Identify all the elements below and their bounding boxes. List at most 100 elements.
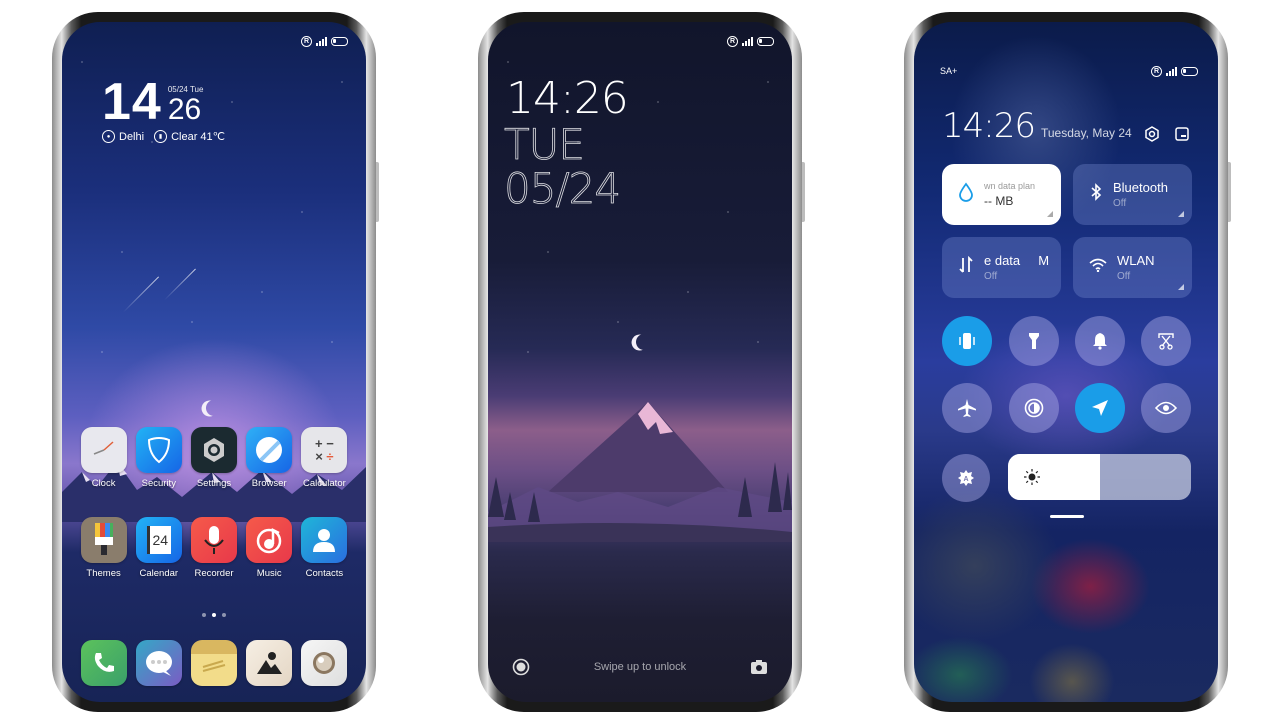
cc-time-header: 14:26 Tuesday, May 24 xyxy=(942,106,1132,146)
calendar-icon: 24 xyxy=(135,517,182,563)
app-label: Calendar xyxy=(139,568,179,579)
clock-hour: 14 xyxy=(102,73,162,131)
toggle-flashlight[interactable] xyxy=(1009,316,1059,366)
carrier-label: SA+ xyxy=(940,66,958,76)
app-label: Contacts xyxy=(305,568,344,579)
control-shortcut-icon[interactable] xyxy=(512,658,530,676)
toggle-screenshot[interactable] xyxy=(1141,316,1191,366)
dock-phone[interactable] xyxy=(76,640,131,686)
page-indicator[interactable] xyxy=(62,613,366,617)
tile-wlan[interactable]: WLAN Off xyxy=(1073,237,1192,298)
calculator-icon: + − × ÷ xyxy=(301,427,348,473)
dock xyxy=(76,640,352,686)
dark-mode-icon xyxy=(1024,398,1044,418)
settings-icon[interactable] xyxy=(1144,126,1160,142)
bell-icon xyxy=(1093,333,1107,350)
app-settings[interactable]: Settings xyxy=(186,427,241,489)
calendar-day: 24 xyxy=(146,526,171,554)
camera-shortcut-icon[interactable] xyxy=(750,658,768,676)
wifi-icon xyxy=(1089,258,1107,277)
location-icon xyxy=(1092,400,1108,416)
status-bar: R xyxy=(301,36,348,47)
app-browser[interactable]: Browser xyxy=(242,427,297,489)
brightness-fill xyxy=(1008,454,1100,500)
toggle-dark-mode[interactable] xyxy=(1009,383,1059,433)
toggle-airplane[interactable] xyxy=(942,383,992,433)
status-bar: R xyxy=(727,36,774,47)
toggle-silent[interactable] xyxy=(1075,316,1125,366)
control-center: SA+ R 14:26 Tuesday, May 24 wn data plan… xyxy=(914,22,1218,702)
tile-data-plan[interactable]: wn data plan -- MB xyxy=(942,164,1061,225)
signal-icon xyxy=(316,37,327,46)
gear-icon xyxy=(190,427,237,473)
cc-clock: 14:26 xyxy=(942,106,1036,146)
mountain-landscape xyxy=(488,402,792,542)
app-themes[interactable]: Themes xyxy=(76,517,131,579)
clock-icon xyxy=(80,427,127,473)
expand-corner-icon xyxy=(1178,211,1184,217)
page-dot-active[interactable] xyxy=(212,613,216,617)
lock-screen[interactable]: R 14:26 TUE 05/24 Swipe up to unlock xyxy=(488,22,792,702)
tile-sub: Off xyxy=(1117,271,1131,282)
dock-notes[interactable] xyxy=(186,640,241,686)
clock-minute: 26 xyxy=(167,93,202,126)
tile-bluetooth[interactable]: Bluetooth Off xyxy=(1073,164,1192,225)
app-clock[interactable]: Clock xyxy=(76,427,131,489)
app-contacts[interactable]: Contacts xyxy=(297,517,352,579)
clock-date: 05/24 Tue xyxy=(167,85,204,94)
thermometer-icon: ▮ xyxy=(154,130,168,143)
app-calculator[interactable]: + − × ÷ Calculator xyxy=(297,427,352,489)
sun-icon xyxy=(1024,469,1040,490)
lock-day: TUE xyxy=(504,120,586,169)
messages-icon xyxy=(135,640,182,686)
signal-icon xyxy=(1166,67,1177,76)
drag-handle[interactable] xyxy=(1050,515,1084,518)
page-dot[interactable] xyxy=(202,613,206,617)
cc-date: Tuesday, May 24 xyxy=(1040,126,1132,140)
tile-sub: Off xyxy=(1113,198,1127,209)
app-label: Browser xyxy=(251,478,287,489)
dock-messages[interactable] xyxy=(131,640,186,686)
brightness-slider[interactable] xyxy=(1008,454,1191,500)
toggle-vibrate[interactable] xyxy=(942,316,992,366)
toggle-location[interactable] xyxy=(1075,383,1125,433)
page-dot[interactable] xyxy=(222,613,226,617)
screenshot-icon xyxy=(1158,333,1174,350)
app-label: Clock xyxy=(91,478,116,489)
lock-bottom-bar: Swipe up to unlock xyxy=(488,658,792,676)
eye-icon xyxy=(1155,401,1177,415)
app-label: Themes xyxy=(86,568,121,579)
dock-gallery[interactable] xyxy=(242,640,297,686)
water-drop-icon xyxy=(958,182,974,207)
airplane-icon xyxy=(958,399,976,417)
toggle-auto-brightness[interactable]: A xyxy=(942,454,990,502)
browser-icon xyxy=(246,427,293,473)
app-grid-row-1: Clock Security Settings Browser + − × ÷ … xyxy=(76,427,352,489)
tile-sub: -- MB xyxy=(984,194,1014,208)
edit-tiles-icon[interactable] xyxy=(1174,126,1190,142)
toggle-reading-mode[interactable] xyxy=(1141,383,1191,433)
paintbrush-icon xyxy=(80,517,127,563)
dock-camera[interactable] xyxy=(297,640,352,686)
tile-sub: Off xyxy=(984,271,998,282)
tile-name: e data M xyxy=(984,253,1050,268)
tile-mobile-data[interactable]: e data M Off xyxy=(942,237,1061,298)
registered-icon: R xyxy=(1151,66,1162,77)
registered-icon: R xyxy=(727,36,738,47)
shield-icon xyxy=(135,427,182,473)
home-screen: R 14 05/24 Tue 26 ● Delhi ▮ Clear 41℃ Cl… xyxy=(62,22,366,702)
app-calendar[interactable]: 24 Calendar xyxy=(131,517,186,579)
app-label: Recorder xyxy=(194,568,234,579)
unlock-hint: Swipe up to unlock xyxy=(593,661,687,673)
registered-icon: R xyxy=(301,36,312,47)
tile-name: Bluetooth xyxy=(1113,180,1168,195)
microphone-icon xyxy=(190,517,237,563)
tile-name: WLAN xyxy=(1117,253,1155,268)
app-recorder[interactable]: Recorder xyxy=(186,517,241,579)
app-music[interactable]: Music xyxy=(242,517,297,579)
tile-name: wn data plan xyxy=(984,181,1036,191)
camera-icon xyxy=(301,640,348,686)
flashlight-icon xyxy=(1029,333,1039,349)
clock-weather-widget[interactable]: 14 05/24 Tue 26 ● Delhi ▮ Clear 41℃ xyxy=(102,73,225,143)
app-security[interactable]: Security xyxy=(131,427,186,489)
